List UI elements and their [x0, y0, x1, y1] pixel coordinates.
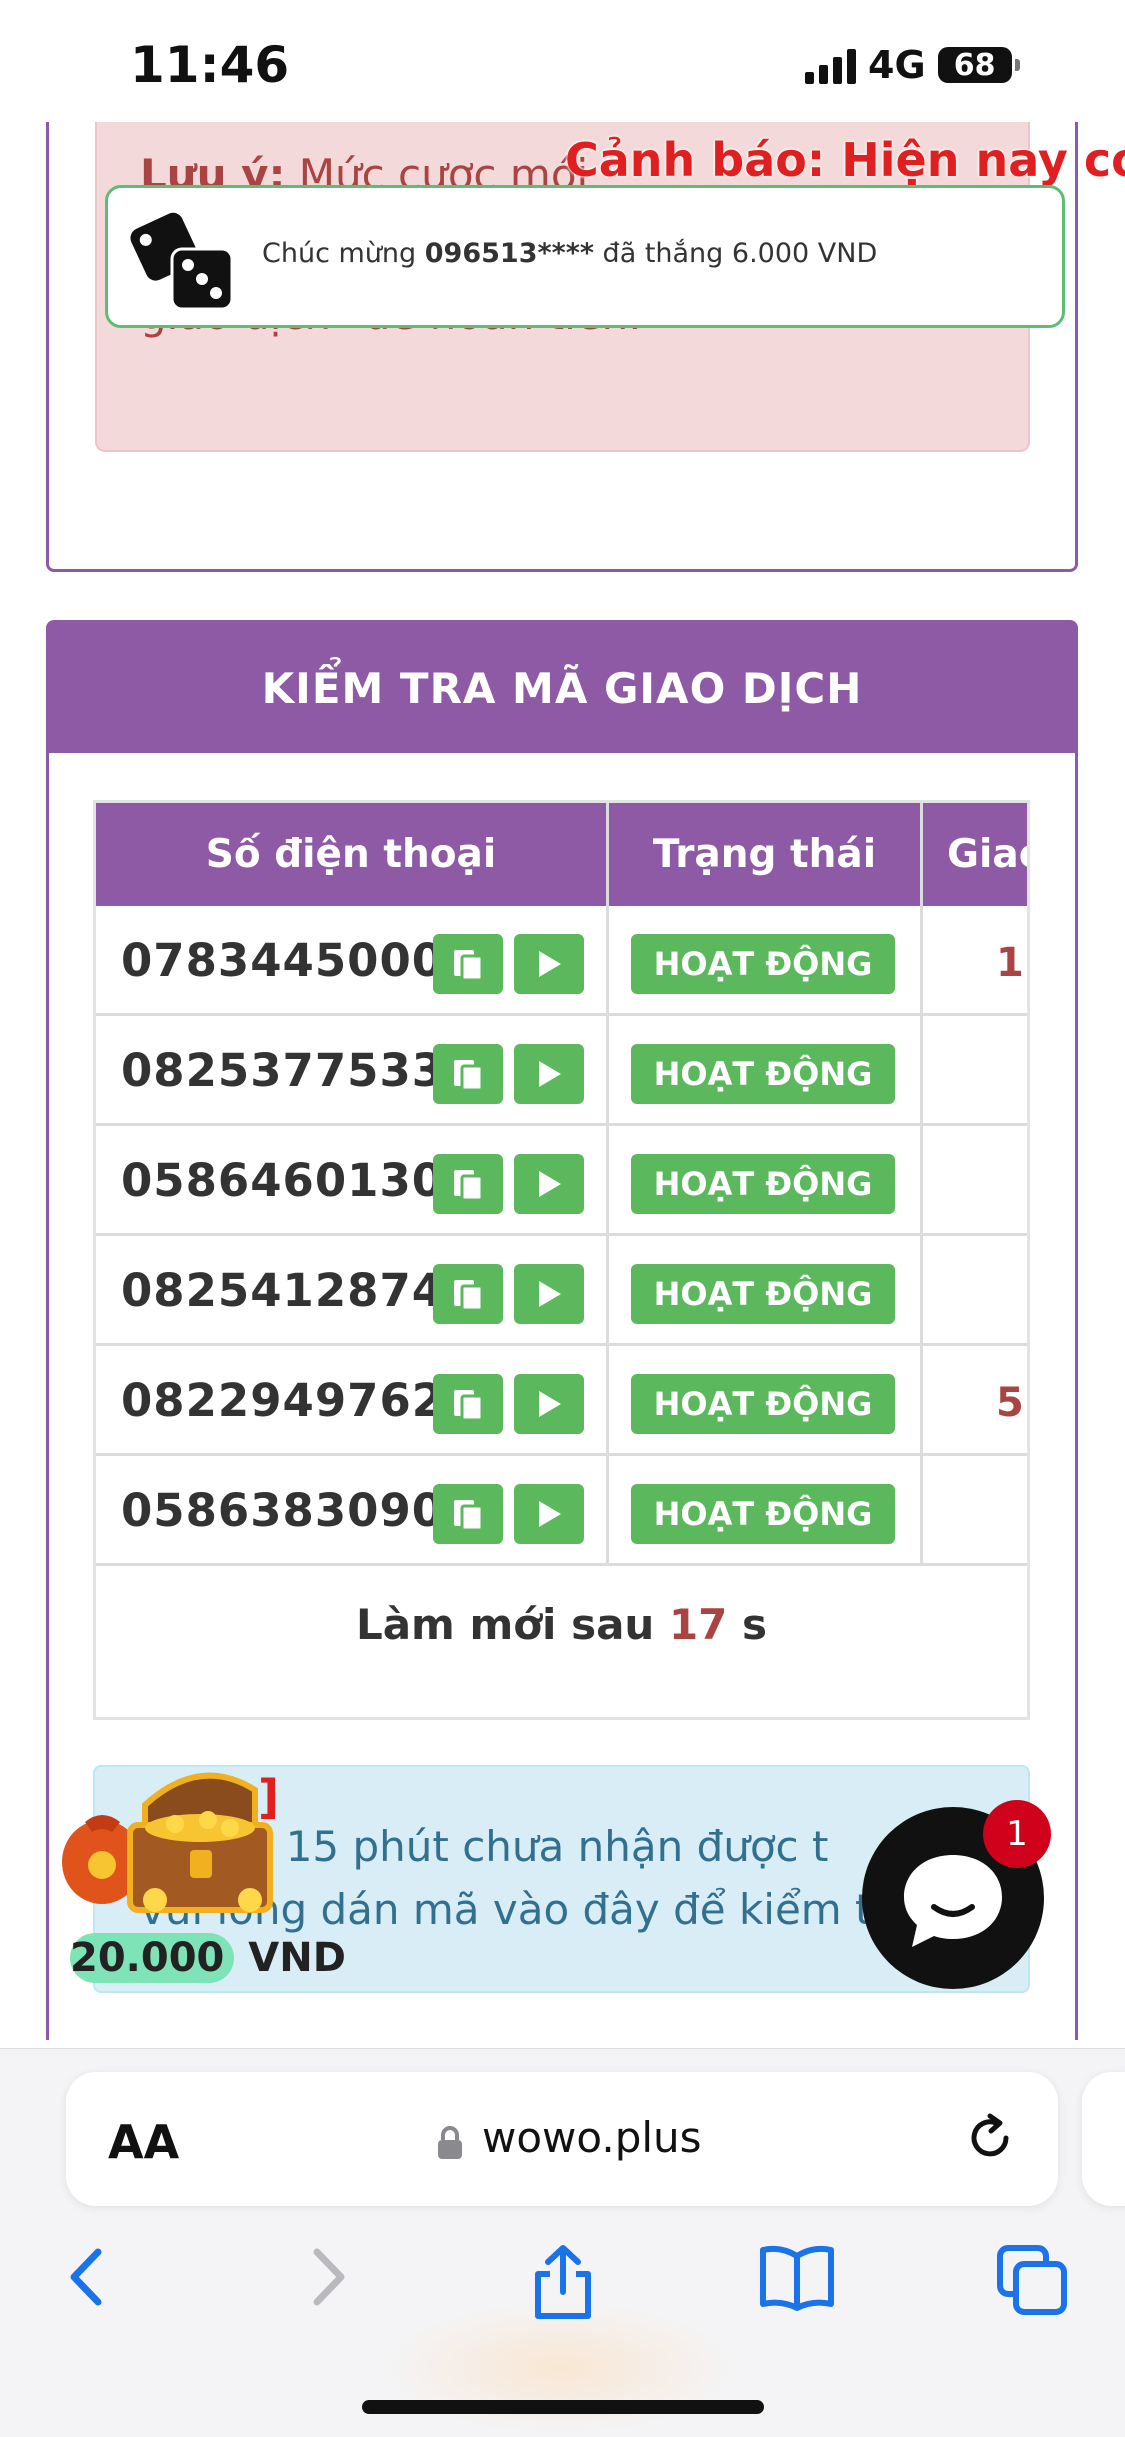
play-icon [539, 1061, 561, 1087]
status-badge: HOẠT ĐỘNG [631, 1484, 895, 1544]
battery-level: 68 [953, 47, 996, 83]
copy-button[interactable] [433, 1484, 503, 1544]
copy-icon [454, 950, 484, 982]
status-badge: HOẠT ĐỘNG [631, 934, 895, 994]
warning-ticker: Cảnh báo: Hiện nay có [565, 133, 1125, 187]
check-transaction-title: KIỂM TRA MÃ GIAO DỊCH [49, 623, 1075, 753]
chat-unread-badge: 1 [983, 1800, 1051, 1868]
refresh-suffix: s [727, 1600, 768, 1649]
copy-button[interactable] [433, 934, 503, 994]
status-time: 11:46 [130, 36, 290, 94]
column-divider [920, 803, 923, 1563]
battery-icon: 68 [937, 47, 1020, 83]
play-button[interactable] [514, 1044, 584, 1104]
status-badge: HOẠT ĐỘNG [631, 1264, 895, 1324]
table-row: 0822949762 HOẠT ĐỘNG 5 [96, 1346, 1027, 1456]
status-indicators: 4G 68 [805, 40, 1020, 90]
phone-number: 0825377533 [121, 1044, 445, 1097]
play-icon [539, 1281, 561, 1307]
copy-icon [454, 1500, 484, 1532]
refresh-prefix: Làm mới sau [355, 1600, 669, 1649]
phone-number: 0586383090 [121, 1484, 445, 1537]
play-icon [539, 1171, 561, 1197]
bookmarks-icon[interactable] [757, 2242, 837, 2312]
back-icon[interactable] [62, 2242, 112, 2312]
play-icon [539, 951, 561, 977]
win-amount-value: 20.000 [70, 1933, 235, 1983]
copy-icon [454, 1060, 484, 1092]
column-header-giao: Giao [923, 803, 1027, 906]
phone-number: 0822949762 [121, 1374, 445, 1427]
tabs-icon[interactable] [994, 2242, 1070, 2318]
copy-button[interactable] [433, 1044, 503, 1104]
forward-icon[interactable] [303, 2242, 353, 2312]
network-label: 4G [868, 43, 926, 87]
status-badge: HOẠT ĐỘNG [631, 1044, 895, 1104]
signal-icon [805, 46, 856, 84]
next-tab-preview[interactable] [1082, 2072, 1125, 2206]
play-button[interactable] [514, 934, 584, 994]
play-button[interactable] [514, 1154, 584, 1214]
refresh-countdown: Làm mới sau 17 s [93, 1600, 1030, 1649]
phone-number: 0586460130 [121, 1154, 445, 1207]
url-text[interactable]: wowo.plus [482, 2113, 702, 2162]
play-button[interactable] [514, 1264, 584, 1324]
info-line-1: uá 15 phút chưa nhận được t [220, 1822, 829, 1871]
play-icon [539, 1501, 561, 1527]
treasure-chest-icon [62, 1772, 273, 1913]
copy-button[interactable] [433, 1154, 503, 1214]
copy-icon [454, 1390, 484, 1422]
share-icon[interactable] [528, 2242, 598, 2322]
column-divider [606, 803, 609, 1563]
toast-prefix: Chúc mừng [262, 238, 425, 269]
play-button[interactable] [514, 1374, 584, 1434]
giao-value: 1 [996, 940, 1024, 986]
table-row: 0586460130 HOẠT ĐỘNG [96, 1126, 1027, 1236]
table-row: 0783445000 HOẠT ĐỘNG 1 [96, 906, 1027, 1016]
status-badge: HOẠT ĐỘNG [631, 1154, 895, 1214]
reader-settings-button[interactable]: AA [108, 2115, 179, 2169]
status-badge: HOẠT ĐỘNG [631, 1374, 895, 1434]
copy-button[interactable] [433, 1264, 503, 1324]
column-header-status: Trạng thái [609, 803, 923, 906]
copy-icon [454, 1170, 484, 1202]
play-button[interactable] [514, 1484, 584, 1544]
toast-suffix: đã thắng 6.000 VND [593, 238, 878, 269]
win-amount: 20.000 VND [70, 1933, 346, 1983]
phone-table: Số điện thoại Trạng thái Giao 0783445000… [93, 800, 1030, 1720]
win-amount-currency: VND [234, 1935, 346, 1981]
column-header-phone: Số điện thoại [96, 803, 609, 906]
play-icon [539, 1391, 561, 1417]
phone-number: 0825412874 [121, 1264, 445, 1317]
copy-button[interactable] [433, 1374, 503, 1434]
reload-icon[interactable] [962, 2110, 1018, 2166]
toast-message: Chúc mừng 096513**** đã thắng 6.000 VND [262, 238, 877, 269]
table-row: 0825377533 HOẠT ĐỘNG [96, 1016, 1027, 1126]
giao-value: 5 [996, 1380, 1024, 1426]
lock-icon [438, 2126, 462, 2159]
home-indicator [362, 2400, 764, 2414]
copy-icon [454, 1280, 484, 1312]
table-row: 0586383090 HOẠT ĐỘNG [96, 1456, 1027, 1566]
dice-icon [130, 212, 234, 311]
toast-phone: 096513**** [424, 238, 594, 269]
table-row: 0825412874 HOẠT ĐỘNG [96, 1236, 1027, 1346]
phone-number: 0783445000 [121, 934, 445, 987]
refresh-seconds: 17 [668, 1600, 728, 1649]
